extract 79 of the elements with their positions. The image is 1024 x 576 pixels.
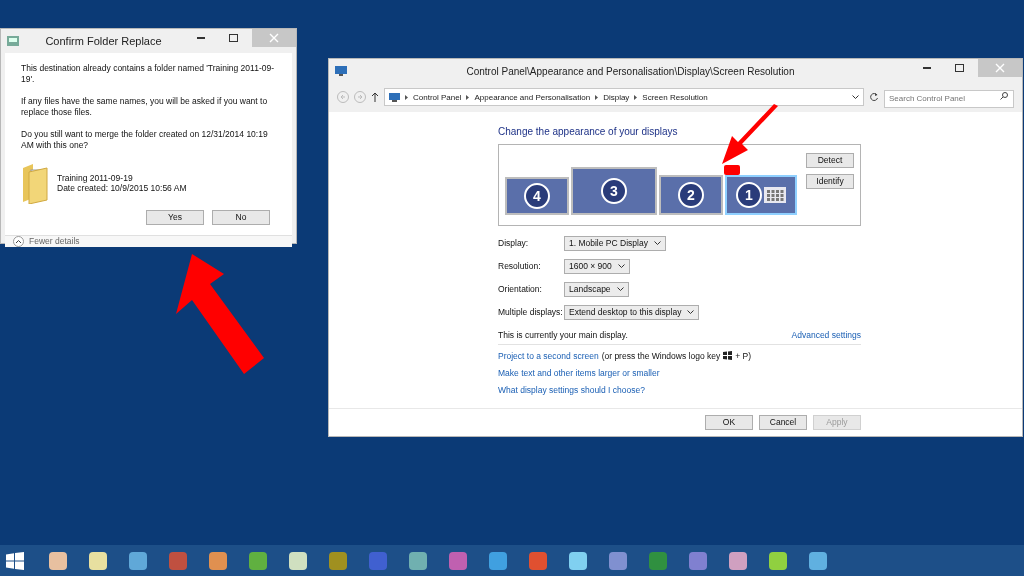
dialog-button[interactable]: OK xyxy=(705,414,753,430)
window-title: Control Panel\Appearance and Personalisation\Display\Screen Resolution xyxy=(465,65,796,77)
app-icon xyxy=(7,36,19,46)
window-title: Confirm Folder Replace xyxy=(44,35,163,47)
windows-logo-icon[interactable] xyxy=(6,551,24,570)
windows-logo-icon xyxy=(723,351,733,360)
setting-label: Multiple displays: xyxy=(498,307,564,317)
setting-label: Display: xyxy=(498,238,530,248)
shortcut-hint: + P) xyxy=(735,350,752,361)
app-icon[interactable] xyxy=(129,551,147,570)
app-icon[interactable] xyxy=(89,551,107,570)
monitor-tile[interactable]: 2 xyxy=(659,174,723,215)
refresh-icon[interactable] xyxy=(869,92,879,103)
app-icon[interactable] xyxy=(209,551,227,570)
up-arrow-icon[interactable] xyxy=(371,92,379,103)
back-icon[interactable] xyxy=(337,91,349,104)
setting-dropdown[interactable]: 1600 × 900 xyxy=(564,258,630,274)
forward-icon[interactable] xyxy=(354,91,366,104)
maximize-icon[interactable] xyxy=(228,34,238,42)
folder-icon xyxy=(21,161,49,204)
breadcrumb-item[interactable]: Screen Resolution xyxy=(642,92,708,102)
dialog-button[interactable]: Yes xyxy=(146,209,204,225)
app-icon[interactable] xyxy=(489,551,507,570)
dialog-button[interactable]: Cancel xyxy=(759,414,807,430)
setting-dropdown[interactable]: 1. Mobile PC Display xyxy=(564,235,666,251)
app-icon[interactable] xyxy=(249,551,267,570)
annotation-arrow xyxy=(722,104,780,166)
dialog-button[interactable]: No xyxy=(212,209,270,225)
shortcut-hint: (or press the Windows logo key xyxy=(601,350,721,361)
monitor-icon xyxy=(335,66,347,76)
setting-label: Orientation: xyxy=(498,284,543,294)
chevron-right-icon xyxy=(466,94,470,100)
app-icon[interactable] xyxy=(569,551,587,570)
monitor-icon xyxy=(389,92,400,102)
monitor-tile[interactable]: 1 xyxy=(725,174,797,215)
keypad-icon xyxy=(764,186,786,203)
project-link[interactable]: Project to a second screen xyxy=(498,350,599,361)
chevron-down-icon xyxy=(852,95,859,100)
maximize-icon[interactable] xyxy=(954,64,964,72)
breadcrumb-item[interactable]: Appearance and Personalisation xyxy=(474,92,591,102)
folder-name: Training 2011-09-19 xyxy=(57,172,134,183)
message-text: If any files have the same names, you will be asked if you want to replace those files. xyxy=(21,95,269,119)
app-icon[interactable] xyxy=(329,551,347,570)
monitor-tile[interactable]: 4 xyxy=(505,176,569,215)
help-link[interactable]: What display settings should I choose? xyxy=(498,384,861,395)
folder-date: Date created: 10/9/2015 10:56 AM xyxy=(57,182,187,193)
chevron-down-icon xyxy=(653,241,661,245)
monitor-tile[interactable]: 3 xyxy=(571,166,657,215)
breadcrumb-item[interactable]: Display xyxy=(603,92,630,102)
monitor-button[interactable]: Identify xyxy=(806,173,854,189)
advanced-settings-link[interactable]: Advanced settings xyxy=(791,329,861,340)
app-icon[interactable] xyxy=(289,551,307,570)
breadcrumb-item[interactable]: Control Panel xyxy=(413,92,462,102)
chevron-right-icon xyxy=(634,94,638,100)
setting-dropdown[interactable]: Landscape xyxy=(564,281,629,297)
section-heading: Change the appearance of your displays xyxy=(498,125,679,137)
chevron-right-icon xyxy=(405,94,408,100)
message-text: Do you still want to merge the folder created on 12/31/2014 10:19 AM with this one? xyxy=(21,128,269,152)
search-icon xyxy=(1000,92,1008,100)
highlight-marker xyxy=(724,165,740,175)
message-text: This destination already contains a folder named 'Training 2011-09-19'. xyxy=(21,63,275,86)
setting-label: Resolution: xyxy=(498,261,542,271)
app-icon[interactable] xyxy=(49,551,67,570)
app-icon[interactable] xyxy=(769,551,787,570)
app-icon[interactable] xyxy=(409,551,427,570)
app-icon[interactable] xyxy=(729,551,747,570)
monitor-button[interactable]: Detect xyxy=(806,152,854,168)
chevron-down-icon xyxy=(687,310,695,314)
app-icon[interactable] xyxy=(609,551,627,570)
chevron-right-icon xyxy=(595,94,599,100)
help-link[interactable]: Make text and other items larger or smaller xyxy=(498,367,861,378)
collapse-icon[interactable] xyxy=(13,235,24,247)
search-field[interactable]: Search Control Panel xyxy=(884,89,1014,108)
setting-dropdown[interactable]: Extend desktop to this display xyxy=(564,304,700,320)
app-icon[interactable] xyxy=(809,551,827,570)
chevron-down-icon xyxy=(617,264,625,268)
fewer-details-link[interactable]: Fewer details xyxy=(29,236,80,247)
main-display-note: This is currently your main display. xyxy=(498,329,628,340)
chevron-down-icon xyxy=(616,287,624,291)
